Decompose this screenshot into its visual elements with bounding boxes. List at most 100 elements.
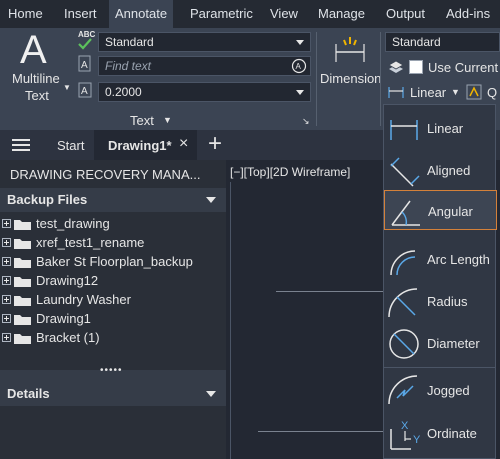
quick-dim-label[interactable]: Q bbox=[487, 85, 497, 100]
quick-dim-icon[interactable] bbox=[466, 84, 482, 100]
expand-icon[interactable] bbox=[2, 333, 11, 342]
dim-style-value: Standard bbox=[392, 35, 441, 49]
list-item[interactable]: Drawing1 bbox=[0, 310, 226, 328]
expand-icon[interactable] bbox=[2, 219, 11, 228]
expand-icon[interactable] bbox=[2, 257, 11, 266]
find-text-icon[interactable]: A bbox=[78, 55, 92, 73]
multiline-text-label-2[interactable]: Text bbox=[25, 88, 49, 103]
viewport-controls-label[interactable]: [−][Top][2D Wireframe] bbox=[230, 165, 350, 179]
list-item[interactable]: Bracket (1) bbox=[0, 329, 226, 347]
expand-icon[interactable] bbox=[2, 238, 11, 247]
find-text-placeholder: Find text bbox=[105, 59, 152, 73]
tab-add-ins[interactable]: Add-ins bbox=[446, 0, 490, 28]
dropdown-item-label: Aligned bbox=[427, 163, 471, 178]
multiline-dropdown-icon[interactable]: ▼ bbox=[63, 83, 71, 92]
text-height-value: 0.2000 bbox=[105, 85, 142, 99]
expand-icon[interactable] bbox=[2, 314, 11, 323]
expand-icon[interactable] bbox=[2, 295, 11, 304]
dropdown-item-label: Linear bbox=[427, 121, 464, 136]
folder-icon bbox=[14, 334, 31, 344]
plus-icon[interactable]: + bbox=[208, 130, 222, 158]
dropdown-item-label: Jogged bbox=[427, 383, 470, 398]
find-text-input[interactable]: Find text A bbox=[98, 56, 311, 76]
list-item-label: test_drawing bbox=[36, 216, 110, 231]
tab-drawing1[interactable]: Drawing1* × bbox=[94, 130, 197, 160]
dropdown-item-label: Radius bbox=[427, 294, 468, 309]
layers-icon[interactable] bbox=[388, 60, 404, 74]
dimension-icon[interactable] bbox=[332, 32, 368, 68]
tab-home[interactable]: Home bbox=[8, 0, 43, 28]
list-item[interactable]: test_drawing bbox=[0, 215, 226, 233]
dim-style-select[interactable]: Standard bbox=[385, 32, 500, 52]
details-label: Details bbox=[7, 386, 50, 401]
dropdown-item-linear[interactable]: Linear bbox=[384, 108, 497, 148]
svg-text:A: A bbox=[81, 86, 88, 97]
use-current-label[interactable]: Use Current bbox=[428, 60, 498, 75]
text-panel-dropdown-icon[interactable]: ▼ bbox=[163, 115, 172, 125]
grip-icon[interactable]: ••••• bbox=[100, 365, 123, 376]
tab-parametric[interactable]: Parametric bbox=[190, 0, 253, 28]
panel-splitter[interactable]: ••••• bbox=[0, 365, 226, 380]
dropdown-item-label: Arc Length bbox=[427, 252, 490, 267]
linear-dim-icon[interactable] bbox=[387, 85, 405, 99]
svg-text:A: A bbox=[296, 62, 302, 71]
tab-output[interactable]: Output bbox=[386, 0, 425, 28]
details-header[interactable]: Details bbox=[0, 380, 226, 406]
tab-annotate[interactable]: Annotate bbox=[109, 0, 174, 28]
close-icon[interactable]: × bbox=[179, 135, 188, 153]
dropdown-item-diameter[interactable]: Diameter bbox=[384, 323, 497, 363]
multiline-text-icon[interactable]: A bbox=[20, 28, 47, 73]
list-item[interactable]: Drawing12 bbox=[0, 272, 226, 290]
radius-dim-icon bbox=[388, 288, 418, 318]
chevron-down-icon[interactable] bbox=[206, 197, 216, 203]
list-item[interactable]: Baker St Floorplan_backup bbox=[0, 253, 226, 271]
backup-files-header[interactable]: Backup Files bbox=[0, 188, 226, 212]
text-panel-label: Text bbox=[130, 113, 154, 128]
list-item-label: xref_test1_rename bbox=[36, 235, 145, 250]
tab-view[interactable]: View bbox=[270, 0, 298, 28]
folder-icon bbox=[14, 239, 31, 249]
spell-check-icon[interactable] bbox=[78, 38, 92, 50]
dropdown-item-ordinate[interactable]: X Y Ordinate bbox=[384, 413, 497, 453]
tab-insert[interactable]: Insert bbox=[64, 0, 97, 28]
chevron-down-icon[interactable] bbox=[206, 391, 216, 397]
search-icon[interactable]: A bbox=[291, 58, 307, 74]
dropdown-item-arc-length[interactable]: Arc Length bbox=[384, 239, 497, 279]
linear-label[interactable]: Linear bbox=[410, 85, 446, 100]
list-item[interactable]: xref_test1_rename bbox=[0, 234, 226, 252]
tab-start[interactable]: Start bbox=[42, 130, 92, 160]
dropdown-item-angular[interactable]: Angular bbox=[384, 190, 497, 230]
arc-length-dim-icon bbox=[390, 250, 416, 276]
panel-title: DRAWING RECOVERY MANA... bbox=[10, 167, 201, 182]
dropdown-item-jogged[interactable]: Jogged bbox=[384, 370, 497, 410]
list-item-label: Drawing12 bbox=[36, 273, 99, 288]
dropdown-item-label: Diameter bbox=[427, 336, 480, 351]
dropdown-item-label: Angular bbox=[428, 204, 473, 219]
list-item-label: Bracket (1) bbox=[36, 330, 100, 345]
folder-icon bbox=[14, 296, 31, 306]
svg-text:X: X bbox=[401, 420, 409, 432]
list-item[interactable]: Laundry Washer bbox=[0, 291, 226, 309]
panel-launcher-icon[interactable]: ↘ bbox=[302, 116, 310, 127]
expand-icon[interactable] bbox=[2, 276, 11, 285]
dropdown-item-radius[interactable]: Radius bbox=[384, 281, 497, 321]
tab-manage[interactable]: Manage bbox=[318, 0, 365, 28]
drawing-line bbox=[276, 291, 386, 292]
linear-dropdown-icon[interactable]: ▼ bbox=[451, 87, 460, 97]
text-style-select[interactable]: Standard bbox=[98, 32, 311, 52]
text-height-icon[interactable]: A bbox=[78, 82, 92, 98]
diameter-dim-icon bbox=[389, 329, 419, 359]
list-item-label: Drawing1 bbox=[36, 311, 91, 326]
multiline-text-label-1[interactable]: Multiline bbox=[12, 71, 60, 86]
dimension-label[interactable]: Dimension bbox=[320, 71, 381, 86]
angular-dim-icon bbox=[391, 200, 420, 226]
viewport-border-line bbox=[230, 182, 231, 459]
svg-text:A: A bbox=[81, 60, 88, 71]
dropdown-divider bbox=[384, 367, 495, 368]
use-current-checkbox[interactable] bbox=[409, 60, 423, 74]
folder-icon bbox=[14, 315, 31, 325]
text-height-select[interactable]: 0.2000 bbox=[98, 82, 311, 102]
dropdown-item-aligned[interactable]: Aligned bbox=[384, 150, 497, 190]
backup-files-label: Backup Files bbox=[7, 192, 88, 207]
hamburger-menu-icon[interactable] bbox=[12, 138, 30, 152]
